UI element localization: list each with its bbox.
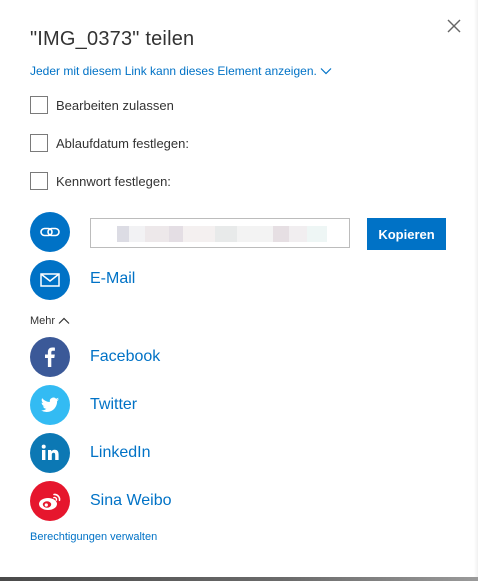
weibo-icon bbox=[39, 493, 61, 510]
chevron-up-icon bbox=[58, 317, 70, 324]
more-label: Mehr bbox=[30, 315, 56, 327]
share-link-field[interactable] bbox=[90, 218, 350, 248]
facebook-icon bbox=[45, 347, 55, 367]
share-link-value bbox=[117, 226, 327, 242]
close-button[interactable] bbox=[444, 16, 464, 36]
expiry-date-label: Ablaufdatum festlegen: bbox=[56, 135, 189, 151]
mail-icon bbox=[40, 273, 60, 287]
dialog-title: "IMG_0373" teilen bbox=[30, 28, 195, 50]
linkedin-label[interactable]: LinkedIn bbox=[90, 444, 151, 462]
twitter-button[interactable] bbox=[30, 385, 70, 425]
expiry-date-checkbox[interactable] bbox=[30, 134, 48, 152]
get-link-button[interactable] bbox=[30, 212, 70, 252]
manage-permissions-link[interactable]: Berechtigungen verwalten bbox=[30, 531, 157, 543]
link-icon bbox=[40, 227, 60, 237]
weibo-label[interactable]: Sina Weibo bbox=[90, 492, 172, 510]
password-label: Kennwort festlegen: bbox=[56, 173, 171, 189]
linkedin-icon bbox=[41, 444, 59, 460]
linkedin-button[interactable] bbox=[30, 433, 70, 473]
allow-edit-label: Bearbeiten zulassen bbox=[56, 97, 174, 113]
bottom-bar bbox=[0, 577, 478, 581]
copy-button[interactable]: Kopieren bbox=[367, 218, 446, 250]
email-button[interactable] bbox=[30, 260, 70, 300]
expiry-date-option[interactable]: Ablaufdatum festlegen: bbox=[30, 133, 189, 153]
email-label[interactable]: E-Mail bbox=[90, 270, 135, 288]
dialog-edge bbox=[474, 0, 478, 577]
twitter-icon bbox=[41, 397, 59, 413]
twitter-label[interactable]: Twitter bbox=[90, 396, 137, 414]
share-dialog: "IMG_0373" teilen Jeder mit diesem Link … bbox=[0, 0, 478, 581]
allow-edit-checkbox[interactable] bbox=[30, 96, 48, 114]
close-icon bbox=[447, 19, 461, 33]
more-toggle[interactable]: Mehr bbox=[30, 315, 70, 327]
facebook-button[interactable] bbox=[30, 337, 70, 377]
link-scope-dropdown[interactable]: Jeder mit diesem Link kann dieses Elemen… bbox=[30, 64, 332, 78]
link-scope-label: Jeder mit diesem Link kann dieses Elemen… bbox=[30, 64, 317, 78]
password-checkbox[interactable] bbox=[30, 172, 48, 190]
allow-edit-option[interactable]: Bearbeiten zulassen bbox=[30, 95, 174, 115]
weibo-button[interactable] bbox=[30, 481, 70, 521]
facebook-label[interactable]: Facebook bbox=[90, 348, 160, 366]
password-option[interactable]: Kennwort festlegen: bbox=[30, 171, 171, 191]
chevron-down-icon bbox=[320, 68, 332, 75]
